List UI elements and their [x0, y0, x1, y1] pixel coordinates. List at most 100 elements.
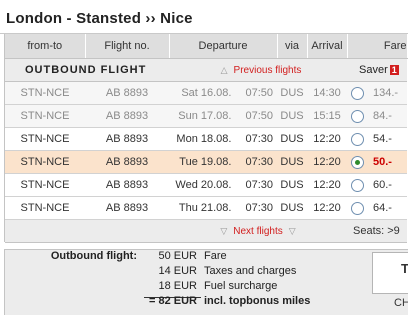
flight-departure-time: 07:50 [245, 110, 273, 122]
flight-arrival: 12:20 [307, 150, 347, 174]
flight-departure-time: 07:30 [245, 156, 273, 168]
seats-info: Seats: >9 [347, 219, 407, 243]
outbound-label: OUTBOUND FLIGHT [5, 58, 169, 82]
info-badge-icon[interactable]: 1 [389, 65, 399, 76]
fare-cell: 84.- [347, 104, 407, 128]
fare-cell: 50.- [347, 150, 407, 174]
flight-arrival: 12:20 [307, 173, 347, 197]
fare-cell: 134.- [347, 81, 407, 105]
previous-flights-nav[interactable]: △ Previous flights [169, 58, 347, 82]
flight-route: STN-NCE [5, 104, 85, 128]
col-header-flight-no[interactable]: Flight no. [85, 34, 170, 59]
flight-arrival: 14:30 [307, 81, 347, 105]
flight-via: DUS [277, 81, 307, 105]
col-header-from-to[interactable]: from-to [5, 34, 86, 59]
flight-arrival: 12:20 [307, 196, 347, 220]
flight-date: Wed 20.08. [175, 179, 232, 191]
side-panel-box: T [372, 252, 408, 294]
column-header-row: from-to Flight no. Departure via Arrival… [5, 34, 408, 59]
flight-number: AB 8893 [85, 81, 169, 105]
flight-number: AB 8893 [85, 196, 169, 220]
fare-price: 134.- [373, 86, 399, 99]
summary-desc: Fuel surcharge [204, 280, 278, 292]
flight-row[interactable]: STN-NCE AB 8893 Mon 18.08. 07:30 DUS 12:20 54.… [5, 127, 407, 151]
side-panel-text: CH [394, 297, 408, 309]
fare-radio[interactable] [351, 132, 364, 146]
flight-date: Thu 21.08. [178, 202, 232, 214]
col-header-via[interactable]: via [277, 34, 308, 59]
fare-radio[interactable] [351, 109, 364, 123]
next-flights-link[interactable]: Next flights [233, 226, 282, 237]
flight-via: DUS [277, 196, 307, 220]
flight-date: Mon 18.08. [176, 133, 232, 145]
fare-cell: 60.- [347, 173, 407, 197]
route-title: London - Stansted ›› Nice [0, 0, 408, 34]
flight-route: STN-NCE [5, 127, 85, 151]
flight-date: Sat 16.08. [181, 87, 232, 99]
flight-arrival: 12:20 [307, 127, 347, 151]
flight-departure-time: 07:30 [245, 133, 273, 145]
flight-departure: Wed 20.08. 07:30 [169, 173, 277, 197]
fare-radio[interactable] [351, 86, 364, 100]
flight-row[interactable]: STN-NCE AB 8893 Sat 16.08. 07:50 DUS 14:30 134… [5, 81, 407, 105]
flight-route: STN-NCE [5, 81, 85, 105]
summary-row-fare: Outbound flight: 50 EUR Fare [5, 250, 227, 265]
col-header-fare[interactable]: Fare [347, 34, 408, 59]
fare-radio-selected[interactable] [351, 155, 364, 169]
flight-row[interactable]: STN-NCE AB 8893 Wed 20.08. 07:30 DUS 12:20 60.… [5, 173, 407, 197]
flight-route: STN-NCE [5, 150, 85, 174]
flight-departure-time: 07:30 [245, 202, 273, 214]
fare-price: 54.- [373, 132, 392, 145]
flight-departure-time: 07:30 [245, 179, 273, 191]
fare-cell: 54.- [347, 127, 407, 151]
flight-date: Tue 19.08. [179, 156, 232, 168]
fare-price: 60.- [373, 178, 392, 191]
saver-header: Saver 1 [347, 58, 407, 82]
previous-flights-link[interactable]: Previous flights [234, 65, 302, 76]
flight-number: AB 8893 [85, 173, 169, 197]
flight-departure: Tue 19.08. 07:30 [169, 150, 277, 174]
flight-via: DUS [277, 150, 307, 174]
flight-via: DUS [277, 104, 307, 128]
flight-row[interactable]: STN-NCE AB 8893 Sun 17.08. 07:50 DUS 15:15 84.… [5, 104, 407, 128]
flight-departure: Thu 21.08. 07:30 [169, 196, 277, 220]
summary-desc: Fare [204, 250, 227, 262]
flight-route: STN-NCE [5, 173, 85, 197]
fare-radio[interactable] [351, 201, 364, 215]
fare-price: 64.- [373, 201, 392, 214]
fare-price: 84.- [373, 109, 392, 122]
triangle-down-icon[interactable]: ▽ [220, 226, 227, 236]
flight-route: STN-NCE [5, 196, 85, 220]
saver-label: Saver [359, 64, 388, 76]
summary-amount: 14 EUR [158, 265, 197, 277]
col-header-departure[interactable]: Departure [169, 34, 278, 59]
flight-via: DUS [277, 173, 307, 197]
fare-cell: 64.- [347, 196, 407, 220]
next-flights-nav[interactable]: ▽ Next flights ▽ [169, 219, 347, 243]
price-summary: Outbound flight: 50 EUR Fare 14 EUR Taxe… [4, 249, 408, 315]
flight-arrival: 15:15 [307, 104, 347, 128]
triangle-up-icon[interactable]: △ [221, 65, 228, 75]
flight-number: AB 8893 [85, 127, 169, 151]
flight-table-frame: from-to Flight no. Departure via Arrival… [4, 34, 408, 243]
summary-amount: 50 EUR [158, 250, 197, 262]
summary-total-desc: incl. topbonus miles [204, 295, 311, 307]
next-flights-row: ▽ Next flights ▽ Seats: >9 [5, 219, 407, 243]
flight-row-selected[interactable]: STN-NCE AB 8893 Tue 19.08. 07:30 DUS 12:20 50.… [5, 150, 407, 174]
flight-via: DUS [277, 127, 307, 151]
flight-number: AB 8893 [85, 150, 169, 174]
flight-departure: Sat 16.08. 07:50 [169, 81, 277, 105]
flight-departure: Mon 18.08. 07:30 [169, 127, 277, 151]
flight-number: AB 8893 [85, 104, 169, 128]
summary-label: Outbound flight: [50, 250, 137, 262]
col-header-arrival[interactable]: Arrival [307, 34, 348, 59]
summary-total-amount: = 82 EUR [149, 295, 197, 307]
flight-departure: Sun 17.08. 07:50 [169, 104, 277, 128]
flight-departure-time: 07:50 [245, 87, 273, 99]
fare-radio[interactable] [351, 178, 364, 192]
outbound-section-row: OUTBOUND FLIGHT △ Previous flights Saver 1 [5, 58, 407, 82]
triangle-down-icon[interactable]: ▽ [289, 226, 296, 236]
flight-row[interactable]: STN-NCE AB 8893 Thu 21.08. 07:30 DUS 12:20 64.… [5, 196, 407, 220]
summary-amount: 18 EUR [158, 280, 197, 292]
flight-table: from-to Flight no. Departure via Arrival… [5, 34, 408, 243]
